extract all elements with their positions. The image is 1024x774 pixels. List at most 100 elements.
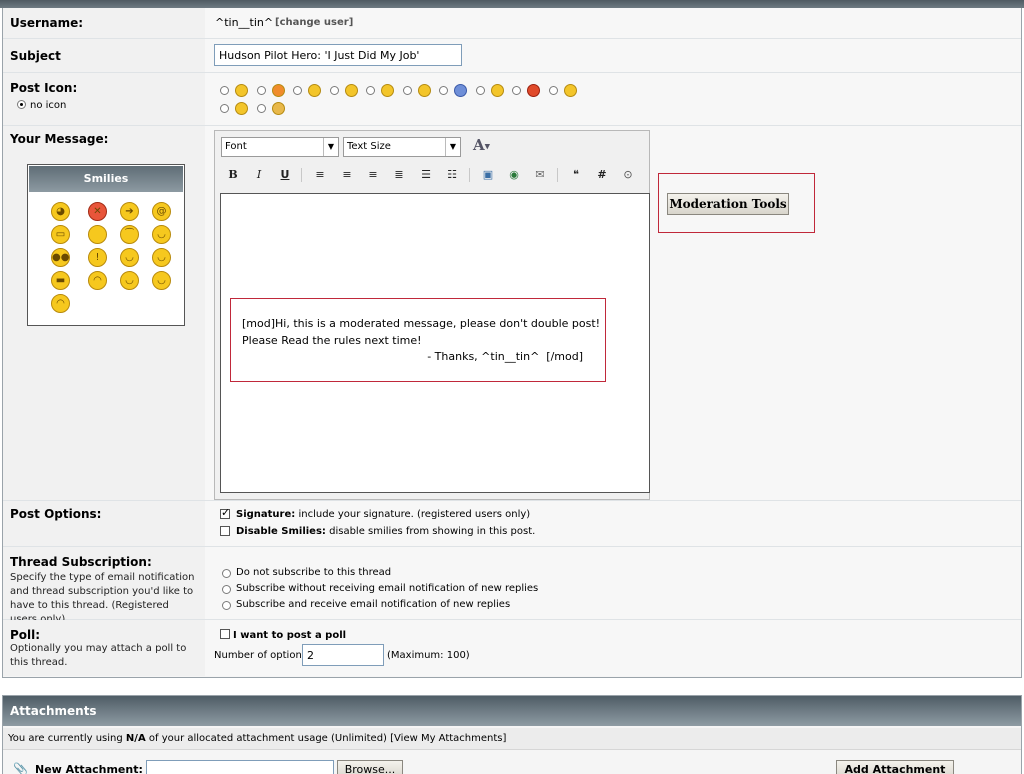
attachment-file-input[interactable] <box>146 760 334 774</box>
post-poll-checkbox[interactable] <box>220 629 230 639</box>
subscription-radio-email[interactable] <box>222 601 231 610</box>
disable-smilies-text: disable smilies from showing in this pos… <box>329 526 536 537</box>
moderation-tools-button[interactable]: Moderation Tools <box>667 193 789 215</box>
text-color-button[interactable]: A▼ <box>473 136 501 156</box>
top-header-bar <box>0 0 1024 8</box>
username-row: Username: ^tin__tin^ [change user] <box>3 8 1021 39</box>
insert-image-icon[interactable]: ▣ <box>479 166 497 184</box>
bullet-list-icon[interactable]: ☷ <box>443 166 461 184</box>
angry-smiley-icon[interactable]: ✕ <box>88 202 107 221</box>
poll-maximum: (Maximum: 100) <box>387 650 470 661</box>
exclamation-smiley-icon[interactable]: ! <box>88 248 107 267</box>
arrow-smiley-icon[interactable]: ➔ <box>120 202 139 221</box>
code-icon[interactable]: ⊙ <box>619 166 637 184</box>
align-right-icon[interactable]: ≡ <box>364 166 382 184</box>
thread-subscription-label: Thread Subscription: <box>10 555 152 569</box>
smile-smiley-icon[interactable]: ◡ <box>120 271 139 290</box>
change-user-link[interactable]: [change user] <box>275 17 353 28</box>
font-select[interactable]: Font ▼ <box>221 137 339 157</box>
subject-label: Subject <box>10 49 61 63</box>
subscription-radio-no-email[interactable] <box>222 585 231 594</box>
poll-label: Poll: <box>10 628 41 642</box>
post-icon-options <box>217 81 617 117</box>
shades-smiley-icon[interactable]: ▬ <box>51 271 70 290</box>
post-icon-radio[interactable] <box>475 85 485 95</box>
underline-icon[interactable]: U <box>276 166 294 184</box>
new-attachment-label: New Attachment: <box>35 763 143 774</box>
blank-smiley-icon[interactable] <box>88 225 107 244</box>
poll-options-input[interactable] <box>302 644 384 666</box>
thumbs-up-icon <box>490 83 504 97</box>
message-line-2: Please Read the rules next time! <box>242 334 422 347</box>
grin-smiley-icon[interactable]: ▭ <box>51 225 70 244</box>
post-options-row: Post Options: Signature: include your si… <box>3 501 1021 547</box>
wink-smiley-icon[interactable]: ◠ <box>88 271 107 290</box>
browse-button[interactable]: Browse... <box>337 760 403 774</box>
sad-icon <box>381 83 394 97</box>
message-textarea[interactable]: [mod]Hi, this is a moderated message, pl… <box>220 193 650 493</box>
grin-icon <box>417 83 431 97</box>
formatting-toolbar: B I U ≡ ≡ ≡ ≣ ☰ ☷ ▣ ◉ ✉ ❝ # ⊙ <box>221 166 641 184</box>
chevron-down-icon: ▼ <box>445 138 460 156</box>
italic-icon[interactable]: I <box>250 166 268 184</box>
justify-icon[interactable]: ≣ <box>390 166 408 184</box>
attachments-panel: Attachments You are currently using N/A … <box>2 695 1022 774</box>
poll-description: Optionally you may attach a poll to this… <box>10 643 187 668</box>
headphones-smiley-icon[interactable]: ◕ <box>51 202 70 221</box>
frown-smiley-icon[interactable]: ◠ <box>51 294 70 313</box>
laugh-smiley-icon[interactable]: ◡ <box>152 248 171 267</box>
thread-subscription-row: Thread Subscription: Specify the type of… <box>3 547 1021 625</box>
hash-icon[interactable]: # <box>593 166 611 184</box>
post-icon-radio[interactable] <box>293 85 302 95</box>
post-poll-label: I want to post a poll <box>233 630 347 641</box>
message-row: Your Message: Smilies ◕ ✕ ➔ @ ▭ ⁀ ◡ ●● !… <box>3 126 1021 501</box>
no-icon-label: no icon <box>30 100 67 111</box>
subject-input[interactable] <box>214 44 462 66</box>
insert-email-icon[interactable]: ✉ <box>531 166 549 184</box>
no-icon-radio[interactable] <box>17 100 26 109</box>
message-label: Your Message: <box>10 132 109 146</box>
smiley-icon <box>235 83 248 97</box>
bold-icon[interactable]: B <box>224 166 242 184</box>
username-value: ^tin__tin^ <box>215 16 274 29</box>
post-icon-row: Post Icon: no icon <box>3 73 1021 126</box>
signature-label: Signature: <box>236 509 296 520</box>
sunglasses-smiley-icon[interactable]: ●● <box>51 248 70 267</box>
post-icon-label: Post Icon: <box>10 81 78 95</box>
post-icon-radio[interactable] <box>439 85 448 95</box>
post-icon-radio[interactable] <box>256 103 266 113</box>
numbered-list-icon[interactable]: ☰ <box>417 166 435 184</box>
post-icon-radio[interactable] <box>329 85 339 95</box>
signature-checkbox[interactable] <box>220 506 230 519</box>
post-icon-radio[interactable] <box>220 85 229 95</box>
tongue-smiley-icon[interactable]: ◡ <box>152 271 171 290</box>
smilies-title: Smilies <box>29 166 183 192</box>
disable-smilies-checkbox[interactable] <box>220 526 230 536</box>
post-icon-radio[interactable] <box>256 85 266 95</box>
subscription-radio-none[interactable] <box>222 569 231 578</box>
cool-smiley-icon[interactable]: ◡ <box>152 225 171 244</box>
align-left-icon[interactable]: ≡ <box>311 166 329 184</box>
exclamation-icon <box>527 83 540 97</box>
paperclip-icon: 📎 <box>13 762 28 774</box>
happy-smiley-icon[interactable]: ◡ <box>120 248 139 267</box>
add-attachment-button[interactable]: Add Attachment <box>836 760 954 774</box>
quote-icon[interactable]: ❝ <box>567 166 585 184</box>
thread-subscription-description: Specify the type of email notification a… <box>10 572 195 625</box>
post-icon-radio[interactable] <box>512 85 521 95</box>
smilies-box: Smilies ◕ ✕ ➔ @ ▭ ⁀ ◡ ●● ! ◡ ◡ ▬ ◠ ◡ ◡ ◠ <box>27 164 185 326</box>
message-line-3: - Thanks, ^tin__tin^ [/mod] <box>427 350 583 363</box>
poll-options-label: Number of options: <box>214 650 311 661</box>
post-icon-radio[interactable] <box>220 103 229 113</box>
subscription-option-email: Subscribe and receive email notification… <box>236 599 511 610</box>
post-icon-radio[interactable] <box>402 85 412 95</box>
post-icon-radio[interactable] <box>548 85 558 95</box>
post-icon-radio[interactable] <box>366 85 375 95</box>
editor: Font ▼ Text Size ▼ A▼ B I U ≡ ≡ ≡ ≣ ☰ ☷ … <box>214 130 650 500</box>
text-size-select[interactable]: Text Size ▼ <box>343 137 461 157</box>
username-label: Username: <box>10 16 84 30</box>
insert-link-icon[interactable]: ◉ <box>505 166 523 184</box>
confused-smiley-icon[interactable]: ⁀ <box>120 225 139 244</box>
align-center-icon[interactable]: ≡ <box>338 166 356 184</box>
at-smiley-icon[interactable]: @ <box>152 202 171 221</box>
